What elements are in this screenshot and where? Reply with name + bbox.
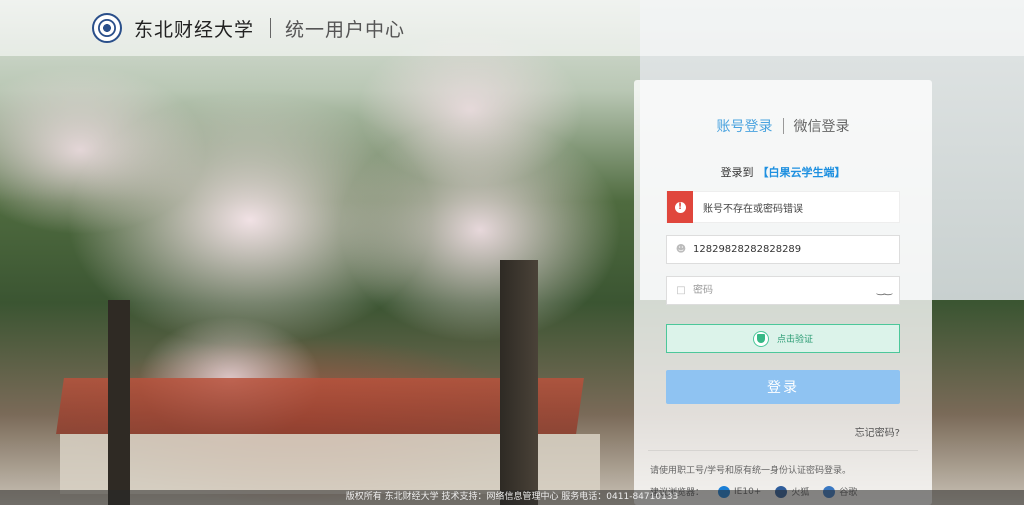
login-target: 登录到 【白果云学生端】 [634, 164, 932, 180]
shield-icon [752, 330, 769, 347]
system-name: 统一用户中心 [285, 18, 406, 41]
university-name: 东北财经大学 [134, 18, 255, 41]
footer-copyright: 版权所有 东北财经大学 技术支持：网络信息管理中心 服务电话：0411-8471… [0, 490, 1024, 505]
background-tree-trunk-left [108, 300, 130, 505]
error-icon: ! [667, 191, 693, 223]
captcha-verify-button[interactable]: 点击验证 [666, 324, 900, 353]
login-button[interactable]: 登录 [666, 370, 900, 404]
password-field[interactable]: □ ‿‿ [666, 276, 900, 305]
header-separator [270, 18, 272, 38]
login-hint: 请使用职工号/学号和原有统一身份认证密码登录。 [650, 466, 852, 476]
forgot-password-link[interactable]: 忘记密码? [855, 424, 900, 439]
login-target-app: 【白果云学生端】 [757, 166, 846, 179]
password-input[interactable] [693, 277, 877, 304]
top-header: 东北财经大学 统一用户中心 [0, 0, 1024, 56]
university-logo-icon [92, 13, 122, 43]
verify-label: 点击验证 [776, 335, 813, 345]
username-field[interactable]: ☻ [666, 235, 900, 264]
tab-separator [782, 118, 784, 134]
error-message: 账号不存在或密码错误 [703, 203, 803, 215]
error-banner: ! 账号不存在或密码错误 [666, 191, 900, 223]
card-divider [648, 450, 918, 451]
tab-account-login[interactable]: 账号登录 [717, 116, 773, 136]
login-tabs: 账号登录 微信登录 [634, 116, 932, 136]
background-tree-trunk [500, 260, 538, 505]
login-card: 账号登录 微信登录 登录到【白果云学生端】 ! 账号不存在或密码错误 ☻ □ ‿… [634, 80, 932, 505]
login-target-prefix: 登录到 [720, 166, 754, 179]
username-input[interactable] [693, 236, 899, 263]
lock-icon: □ [676, 284, 686, 296]
eye-closed-icon[interactable]: ‿‿ [877, 285, 892, 296]
tab-wechat-login[interactable]: 微信登录 [794, 116, 850, 136]
user-icon: ☻ [675, 243, 687, 255]
